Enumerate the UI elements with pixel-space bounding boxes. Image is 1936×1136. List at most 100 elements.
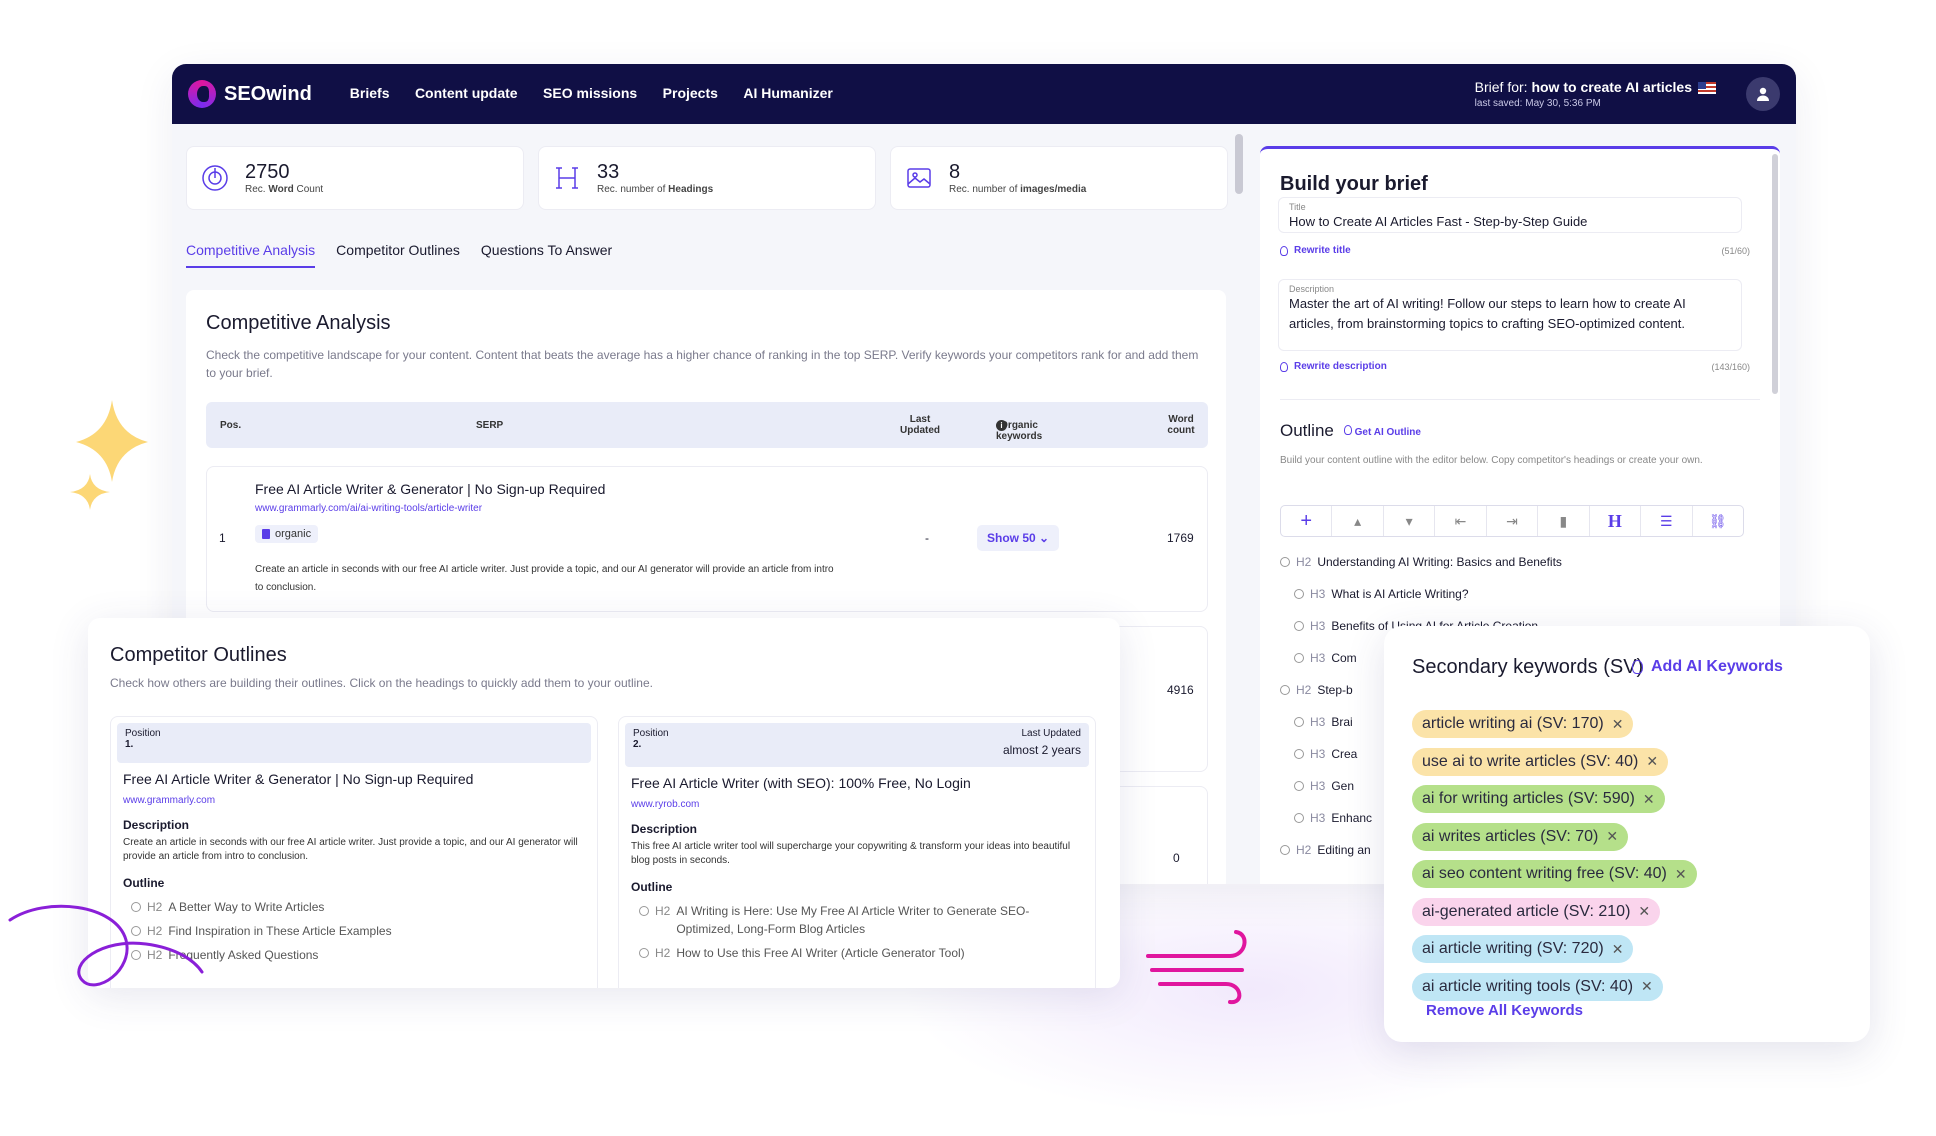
card-header: Position 2. Last Updated almost 2 years (625, 723, 1089, 767)
stat-value: 33 (597, 161, 620, 183)
stat-value: 2750 (245, 161, 290, 183)
remove-keyword-icon[interactable]: ✕ (1643, 791, 1655, 808)
keyword-chip[interactable]: article writing ai (SV: 170) ✕ (1412, 710, 1634, 738)
description-text: This free AI article writer tool will su… (631, 841, 1071, 866)
heading-icon (556, 167, 578, 189)
indent-icon[interactable]: ⇥ (1487, 506, 1539, 536)
title-char-count: (51/60) (1721, 246, 1750, 256)
stat-value: 8 (949, 161, 961, 183)
card-title[interactable]: Free AI Article Writer & Generator | No … (123, 771, 585, 787)
table-row[interactable]: 1 Free AI Article Writer & Generator | N… (206, 466, 1208, 612)
title-value: How to Create AI Articles Fast - Step-by… (1289, 214, 1588, 229)
rewrite-title-button[interactable]: Rewrite title (1280, 245, 1351, 256)
left-scrollbar[interactable] (1235, 134, 1243, 194)
keyword-chip[interactable]: use ai to write articles (SV: 40) ✕ (1412, 747, 1669, 776)
remove-keyword-icon[interactable]: ✕ (1641, 978, 1653, 995)
link-icon[interactable]: ⛓ (1693, 506, 1743, 536)
table-header: Pos. SERP Last Updated Organic keywords … (206, 402, 1208, 448)
add-ai-keywords-button[interactable]: Add AI Keywords (1632, 658, 1783, 676)
document-icon (262, 529, 270, 539)
outline-text: Gen (1331, 779, 1355, 793)
top-navigation: SEOwind Briefs Content update SEO missio… (172, 64, 1796, 124)
nav-projects[interactable]: Projects (663, 85, 718, 101)
lightbulb-icon (1280, 245, 1288, 256)
outline-item[interactable]: H2 Step-b (1280, 683, 1353, 697)
rewrite-description-button[interactable]: Rewrite description (1280, 361, 1387, 372)
outline-item[interactable]: H3 Brai (1294, 715, 1353, 729)
outline-item[interactable]: H2 Understanding AI Writing: Basics and B… (1280, 555, 1562, 569)
show-keywords-button[interactable]: Show 50 ⌄ (977, 525, 1060, 551)
info-icon[interactable]: i (996, 420, 1007, 431)
tab-questions-to-answer[interactable]: Questions To Answer (481, 242, 612, 268)
check-icon (1294, 813, 1304, 823)
keyword-chip[interactable]: ai seo content writing free (SV: 40) ✕ (1412, 860, 1697, 888)
outline-item[interactable]: H3 Com (1294, 651, 1357, 665)
outline-heading-item[interactable]: H2 AI Writing is Here: Use My Free AI Art… (639, 902, 1083, 938)
brief-keyword: how to create AI articles (1531, 79, 1692, 95)
nav-seo-missions[interactable]: SEO missions (543, 85, 637, 101)
keyword-chip[interactable]: ai article writing tools (SV: 40) ✕ (1412, 972, 1663, 1001)
position-label: Position (125, 728, 161, 739)
list-icon[interactable]: ☰ (1641, 506, 1693, 536)
keyword-chip[interactable]: ai writes articles (SV: 70) ✕ (1412, 822, 1629, 851)
show-label: Show 50 (987, 531, 1036, 545)
nav-briefs[interactable]: Briefs (350, 85, 390, 101)
outline-item[interactable]: H3 Crea (1294, 747, 1357, 761)
move-down-icon[interactable]: ▾ (1384, 506, 1436, 536)
description-field[interactable]: Description Master the art of AI writing… (1278, 279, 1742, 351)
check-icon (1294, 589, 1304, 599)
remove-keyword-icon[interactable]: ✕ (1638, 903, 1650, 920)
move-up-icon[interactable]: ▴ (1332, 506, 1384, 536)
outline-text: How to Use this Free AI Writer (Article … (676, 946, 965, 960)
stat-label: Rec. number of (949, 184, 1018, 195)
outline-item[interactable]: H3 What is AI Article Writing? (1294, 587, 1469, 601)
nav-content-update[interactable]: Content update (415, 85, 518, 101)
heading-icon[interactable]: H (1590, 506, 1642, 536)
remove-keyword-icon[interactable]: ✕ (1646, 753, 1658, 770)
keyword-text: ai writes articles (SV: 70) (1422, 827, 1599, 845)
remove-keyword-icon[interactable]: ✕ (1606, 828, 1618, 845)
user-avatar[interactable] (1746, 77, 1780, 111)
card-url[interactable]: www.ryrob.com (631, 799, 1083, 810)
last-saved: last saved: May 30, 5:36 PM (1474, 98, 1601, 109)
remove-keyword-icon[interactable]: ✕ (1612, 716, 1624, 733)
outline-heading-item[interactable]: H2 How to Use this Free AI Writer (Articl… (639, 944, 1083, 962)
nav-ai-humanizer[interactable]: AI Humanizer (743, 85, 832, 101)
keyword-chip[interactable]: ai for writing articles (SV: 590) ✕ (1412, 785, 1665, 813)
row-url[interactable]: www.grammarly.com/ai/ai-writing-tools/ar… (255, 503, 482, 514)
description-label: Description (1289, 284, 1335, 294)
row-position: 1 (219, 531, 226, 545)
brand-logo[interactable]: SEOwind (188, 80, 312, 108)
keyword-chip[interactable]: ai article writing (SV: 720) ✕ (1412, 935, 1634, 963)
remove-keyword-icon[interactable]: ✕ (1612, 941, 1624, 958)
card-title[interactable]: Free AI Article Writer (with SEO): 100% … (631, 775, 1083, 791)
outline-text: Step-b (1317, 683, 1353, 697)
outline-item[interactable]: H3 Gen (1294, 779, 1354, 793)
keyword-text: ai article writing (SV: 720) (1422, 940, 1604, 957)
add-ai-label: Add AI Keywords (1651, 658, 1783, 675)
keyword-chip[interactable]: ai-generated article (SV: 210) ✕ (1412, 897, 1661, 926)
title-field[interactable]: Title How to Create AI Articles Fast - S… (1278, 197, 1742, 233)
stat-label-bold: images/media (1020, 184, 1087, 195)
stat-label-bold: Word (268, 184, 294, 195)
remove-keyword-icon[interactable]: ✕ (1675, 866, 1687, 883)
us-flag-icon (1698, 82, 1716, 95)
card-url[interactable]: www.grammarly.com (123, 795, 585, 806)
brief-scrollbar[interactable] (1772, 154, 1778, 394)
outdent-icon[interactable]: ⇤ (1435, 506, 1487, 536)
stat-images: 8 Rec. number of images/media (890, 146, 1228, 210)
competitor-card[interactable]: Position 2. Last Updated almost 2 years … (618, 716, 1096, 988)
remove-all-keywords-button[interactable]: Remove All Keywords (1426, 1002, 1583, 1019)
get-ai-outline-button[interactable]: Get AI Outline (1343, 424, 1421, 438)
plus-icon[interactable]: + (1281, 506, 1333, 536)
tab-competitor-outlines[interactable]: Competitor Outlines (336, 242, 460, 268)
row-word-count: 0 (1173, 851, 1180, 865)
trash-icon[interactable]: ▮ (1538, 506, 1590, 536)
row-title[interactable]: Free AI Article Writer & Generator | No … (255, 481, 605, 497)
outline-item[interactable]: H2 Editing an (1280, 843, 1371, 857)
stat-word-count: 2750 Rec. Word Count (186, 146, 524, 210)
outline-item[interactable]: H3 Enhanc (1294, 811, 1372, 825)
user-icon (1757, 87, 1769, 101)
divider (1280, 399, 1760, 400)
tab-competitive-analysis[interactable]: Competitive Analysis (186, 242, 316, 268)
